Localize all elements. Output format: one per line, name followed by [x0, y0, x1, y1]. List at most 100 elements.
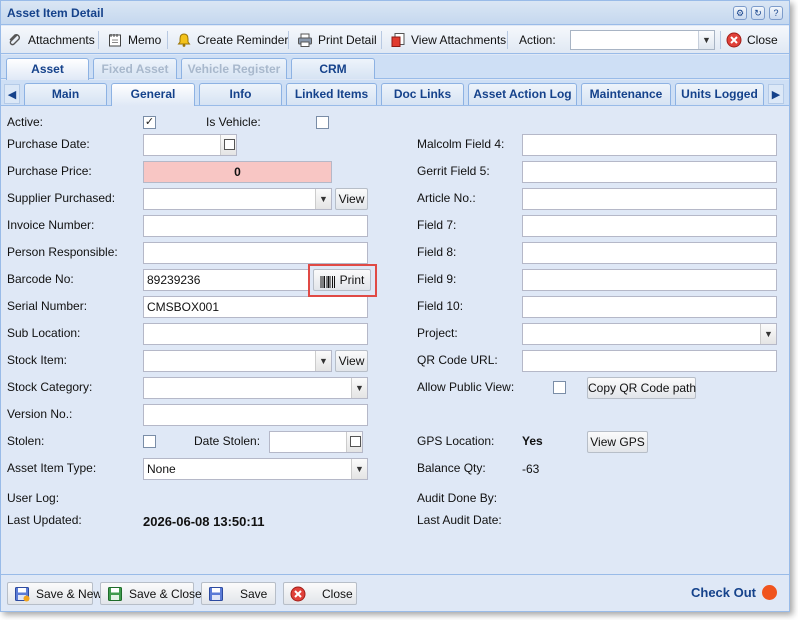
asset-item-type-label: Asset Item Type: — [7, 461, 97, 475]
save-new-label: Save & New — [36, 586, 103, 601]
person-responsible-field[interactable] — [143, 242, 368, 264]
close-circle-icon — [726, 32, 742, 48]
action-select[interactable]: ▼ — [570, 30, 715, 50]
tab-linked-items[interactable]: Linked Items — [286, 83, 377, 105]
is-vehicle-label: Is Vehicle: — [206, 115, 261, 129]
purchase-date-field[interactable] — [143, 134, 237, 156]
save-close-label: Save & Close — [129, 586, 202, 601]
print-detail-label: Print Detail — [318, 33, 377, 47]
view-gps-button[interactable]: View GPS — [587, 431, 648, 453]
tab-units-logged[interactable]: Units Logged — [675, 83, 764, 105]
save-button[interactable]: Save — [201, 582, 276, 605]
sub-location-field[interactable] — [143, 323, 368, 345]
create-reminder-label: Create Reminder — [197, 33, 289, 47]
asset-item-type-select[interactable]: None ▼ — [143, 458, 368, 480]
supplier-purchased-select[interactable]: ▼ — [143, 188, 332, 210]
gps-location-value: Yes — [522, 434, 543, 448]
save-new-button[interactable]: Save & New — [7, 582, 102, 605]
stock-category-select[interactable]: ▼ — [143, 377, 368, 399]
toolbar-divider — [167, 31, 168, 49]
tab-scroll-right-icon[interactable]: ▶ — [768, 84, 784, 104]
refresh-icon[interactable]: ↻ — [751, 6, 765, 20]
close-button[interactable]: Close — [283, 582, 357, 605]
tab-scroll-left-icon[interactable]: ◀ — [4, 84, 20, 104]
attachments-label: Attachments — [28, 33, 95, 47]
chevron-down-icon[interactable]: ▼ — [351, 378, 367, 398]
active-label: Active: — [7, 115, 44, 129]
calendar-icon[interactable] — [346, 432, 362, 452]
stolen-label: Stolen: — [7, 434, 45, 448]
chevron-down-icon[interactable]: ▼ — [698, 31, 714, 49]
calendar-icon[interactable] — [220, 135, 236, 155]
is-vehicle-checkbox[interactable] — [316, 116, 329, 129]
field-7-field[interactable] — [522, 215, 777, 237]
asset-item-detail-window: Asset Item Detail ⚙ ↻ ? Attachments Memo… — [0, 0, 790, 612]
view-attachments-button[interactable]: View Attachments — [390, 30, 506, 50]
gerrit-field-5-label: Gerrit Field 5: — [417, 164, 490, 178]
chevron-down-icon[interactable]: ▼ — [760, 324, 776, 344]
copy-qr-code-path-button[interactable]: Copy QR Code path — [587, 377, 696, 399]
close-toolbar-button[interactable]: Close — [726, 30, 778, 50]
field-10-field[interactable] — [522, 296, 777, 318]
tab-info[interactable]: Info — [199, 83, 282, 105]
help-icon[interactable]: ? — [769, 6, 783, 20]
barcode-no-field[interactable]: 89239236 — [143, 269, 309, 291]
tab-doc-links[interactable]: Doc Links — [381, 83, 464, 105]
last-updated-value: 2026-06-08 13:50:11 — [143, 514, 265, 529]
tab-general[interactable]: General — [111, 83, 195, 106]
chevron-down-icon[interactable]: ▼ — [351, 459, 367, 479]
attachments-button[interactable]: Attachments — [7, 30, 95, 50]
chevron-down-icon[interactable]: ▼ — [315, 351, 331, 371]
serial-number-field[interactable]: CMSBOX001 — [143, 296, 368, 318]
tab-asset-action-log[interactable]: Asset Action Log — [468, 83, 577, 105]
supplier-view-button[interactable]: View — [335, 188, 368, 210]
tab-fixed-asset: Fixed Asset — [93, 58, 177, 79]
toolbar-divider — [98, 31, 99, 49]
stolen-checkbox[interactable] — [143, 435, 156, 448]
tab-crm[interactable]: CRM — [291, 58, 375, 79]
last-updated-label: Last Updated: — [7, 513, 82, 527]
malcolm-field-4-field[interactable] — [522, 134, 777, 156]
stock-item-view-button[interactable]: View — [335, 350, 368, 372]
field-8-field[interactable] — [522, 242, 777, 264]
date-stolen-label: Date Stolen: — [194, 434, 261, 448]
last-audit-date-label: Last Audit Date: — [417, 513, 502, 527]
allow-public-view-checkbox[interactable] — [553, 381, 566, 394]
purchase-price-field[interactable]: 0 — [143, 161, 332, 183]
version-no-field[interactable] — [143, 404, 368, 426]
project-select[interactable]: ▼ — [522, 323, 777, 345]
gerrit-field-5-field[interactable] — [522, 161, 777, 183]
article-no-label: Article No.: — [417, 191, 476, 205]
close-circle-icon — [290, 586, 306, 602]
chevron-down-icon[interactable]: ▼ — [315, 189, 331, 209]
invoice-number-field[interactable] — [143, 215, 368, 237]
memo-button[interactable]: Memo — [107, 30, 161, 50]
purchase-price-value: 0 — [234, 165, 241, 179]
field-8-label: Field 8: — [417, 245, 457, 259]
tab-asset[interactable]: Asset — [6, 58, 89, 80]
stock-item-label: Stock Item: — [7, 353, 68, 367]
tab-main[interactable]: Main — [24, 83, 107, 105]
article-no-field[interactable] — [522, 188, 777, 210]
window-title: Asset Item Detail — [7, 6, 104, 20]
create-reminder-button[interactable]: Create Reminder — [176, 30, 288, 50]
date-stolen-field[interactable] — [269, 431, 363, 453]
active-checkbox[interactable]: ✓ — [143, 116, 156, 129]
field-9-field[interactable] — [522, 269, 777, 291]
footer-bar: Save & New Save & Close Save Close Check… — [1, 574, 789, 611]
gear-icon[interactable]: ⚙ — [733, 6, 747, 20]
asset-item-type-value: None — [147, 462, 176, 476]
close-label: Close — [322, 586, 353, 601]
user-log-label: User Log: — [7, 491, 60, 505]
print-detail-button[interactable]: Print Detail — [297, 30, 377, 50]
check-out-link[interactable]: Check Out — [691, 585, 778, 600]
stock-item-select[interactable]: ▼ — [143, 350, 332, 372]
status-dot-icon — [762, 585, 778, 600]
save-close-button[interactable]: Save & Close — [100, 582, 202, 605]
action-label: Action: — [519, 30, 556, 50]
save-new-icon — [14, 586, 30, 602]
qr-code-url-field[interactable] — [522, 350, 777, 372]
toolbar-divider — [720, 31, 721, 49]
memo-label: Memo — [128, 33, 162, 47]
tab-maintenance[interactable]: Maintenance — [581, 83, 671, 105]
